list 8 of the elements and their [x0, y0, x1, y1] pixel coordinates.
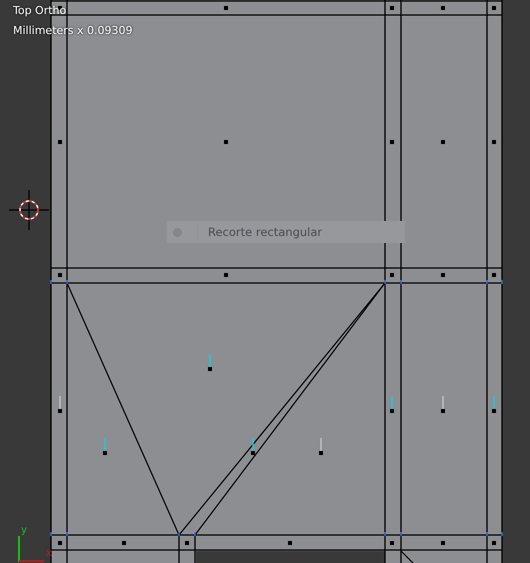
- view-name: Top Ortho: [13, 4, 66, 17]
- x-axis-label: x: [46, 549, 52, 559]
- y-axis-label: y: [21, 526, 27, 536]
- axis-gizmo-icon: [18, 536, 44, 562]
- operator-panel[interactable]: Recorte rectangular: [167, 221, 405, 243]
- operator-label: Recorte rectangular: [197, 225, 322, 239]
- units-label: Millimeters x 0.09309: [13, 24, 133, 37]
- 3d-cursor-icon: [9, 190, 49, 230]
